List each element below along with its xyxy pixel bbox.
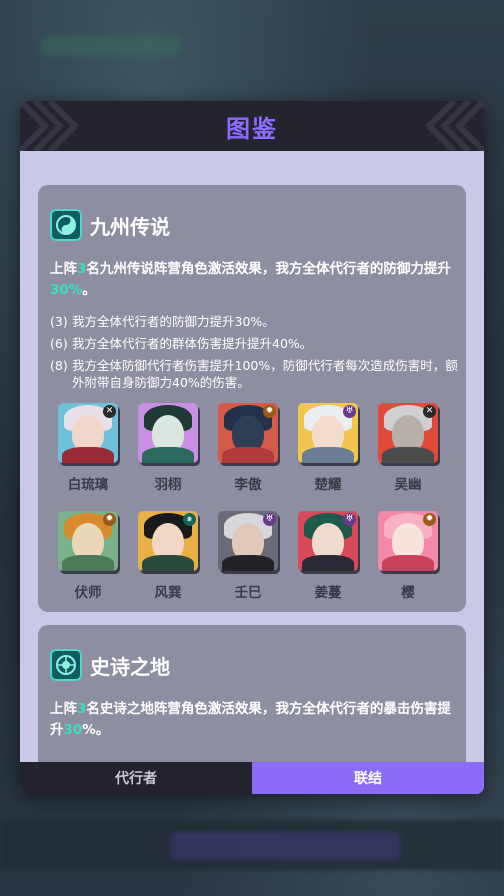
faction-emblem-icon [50,209,82,241]
hero-portrait: ✹ [58,511,118,571]
hero-portrait: ♅ [218,511,278,571]
desc-text: 。 [82,282,96,298]
class-badge-icon: ♅ [263,513,276,526]
faction-list[interactable]: 九州传说 上阵3名九州传说阵营角色激活效果，我方全体代行者的防御力提升30%。 … [20,151,484,762]
desc-text: 上阵 [50,261,77,277]
background-decor [40,36,180,56]
desc-percent: 30 [63,722,83,738]
hero-portrait [138,403,198,463]
faction-card: 史诗之地 上阵3名史诗之地阵营角色激活效果，我方全体代行者的暴击伤害提升30%。 [38,625,466,762]
class-badge-icon: ✕ [103,405,116,418]
faction-description: 上阵3名史诗之地阵营角色激活效果，我方全体代行者的暴击伤害提升30%。 [50,699,454,741]
hero-name: 樱 [401,585,415,601]
hero-portrait: ✕ [378,403,438,463]
effect-text: 我方全体代行者的群体伤害提升提升40%。 [72,336,313,351]
hero-card[interactable]: ✹ 樱 [378,511,438,601]
hero-card[interactable]: ✕ 白琉璃 [58,403,118,493]
panel-header: 图鉴 [20,101,484,151]
tab-links[interactable]: 联结 [252,762,484,794]
effect-item: (8) 我方全体防御代行者伤害提升100%，防御代行者每次造成伤害时，额外附带自… [50,357,460,391]
hero-card[interactable]: ๑ 风巽 [138,511,198,601]
header-pattern-icon [424,101,484,151]
hero-card[interactable]: ♅ 姜蔓 [298,511,358,601]
faction-card: 九州传说 上阵3名九州传说阵营角色激活效果，我方全体代行者的防御力提升30%。 … [38,185,466,612]
desc-text: 名九州传说阵营角色激活效果，我方全体代行者的防御力提升 [86,261,451,277]
hero-portrait: ♅ [298,511,358,571]
class-badge-icon: ♅ [343,405,356,418]
effect-text: 我方全体防御代行者伤害提升100%，防御代行者每次造成伤害时，额外附带自身防御力… [72,358,458,390]
class-badge-icon: ♅ [343,513,356,526]
hero-portrait: ✹ [378,511,438,571]
hero-portrait: ✹ [218,403,278,463]
hero-name: 伏师 [74,585,102,601]
class-badge-icon: ✕ [423,405,436,418]
class-badge-icon: ๑ [183,513,196,526]
hero-grid: ✕ 白琉璃 羽栩 ✹ 李傲 ♅ 楚耀 ✕ 吴幽 ✹ 伏师 ๑ 风巽 ♅ 壬巳 ♅… [58,403,450,601]
bottom-tab-bar: 代行者 联结 [20,762,484,794]
faction-header: 九州传说 [50,205,170,245]
class-badge-icon: ✹ [103,513,116,526]
hero-portrait: ✕ [58,403,118,463]
class-badge-icon: ✹ [423,513,436,526]
hero-card[interactable]: ✹ 李傲 [218,403,278,493]
hero-portrait: ♅ [298,403,358,463]
codex-panel: 图鉴 九州传说 上阵3名九州传说阵营角色激活效果，我方全体代行者的防御力提升30… [20,101,484,794]
effect-level: (6) [50,336,68,351]
hero-card[interactable]: ✹ 伏师 [58,511,118,601]
desc-count: 3 [77,261,87,277]
effect-item: (6) 我方全体代行者的群体伤害提升提升40%。 [50,335,460,352]
page-title: 图鉴 [226,114,278,143]
desc-count: 3 [77,701,87,717]
hero-name: 羽栩 [154,477,182,493]
hero-name: 壬巳 [234,585,262,601]
hero-portrait: ๑ [138,511,198,571]
desc-text: %。 [82,722,110,738]
hero-card[interactable]: ♅ 楚耀 [298,403,358,493]
faction-description: 上阵3名九州传说阵营角色激活效果，我方全体代行者的防御力提升30%。 [50,259,454,301]
hero-name: 楚耀 [314,477,342,493]
effect-text: 我方全体代行者的防御力提升30%。 [72,314,275,329]
effect-list: (3) 我方全体代行者的防御力提升30%。 (6) 我方全体代行者的群体伤害提升… [50,313,460,396]
class-badge-icon: ✹ [263,405,276,418]
faction-emblem-icon [50,649,82,681]
hero-name: 白琉璃 [67,477,109,493]
faction-header: 史诗之地 [50,645,170,685]
desc-text: 上阵 [50,701,77,717]
header-pattern-icon [20,101,80,151]
hero-card[interactable]: ✕ 吴幽 [378,403,438,493]
effect-level: (8) [50,358,68,373]
tab-agents[interactable]: 代行者 [20,762,252,794]
faction-name: 史诗之地 [90,654,170,679]
hero-name: 风巽 [154,585,182,601]
effect-item: (3) 我方全体代行者的防御力提升30%。 [50,313,460,330]
background-decor [170,832,400,860]
hero-name: 李傲 [234,477,262,493]
hero-card[interactable]: 羽栩 [138,403,198,493]
hero-card[interactable]: ♅ 壬巳 [218,511,278,601]
faction-name: 九州传说 [90,214,170,239]
hero-name: 吴幽 [394,477,422,493]
hero-name: 姜蔓 [314,585,342,601]
desc-percent: 30% [50,282,83,298]
effect-level: (3) [50,314,68,329]
desc-text: 名史诗之地阵营角色激活效果，我方全体代行者的暴击伤害提升 [50,701,451,738]
